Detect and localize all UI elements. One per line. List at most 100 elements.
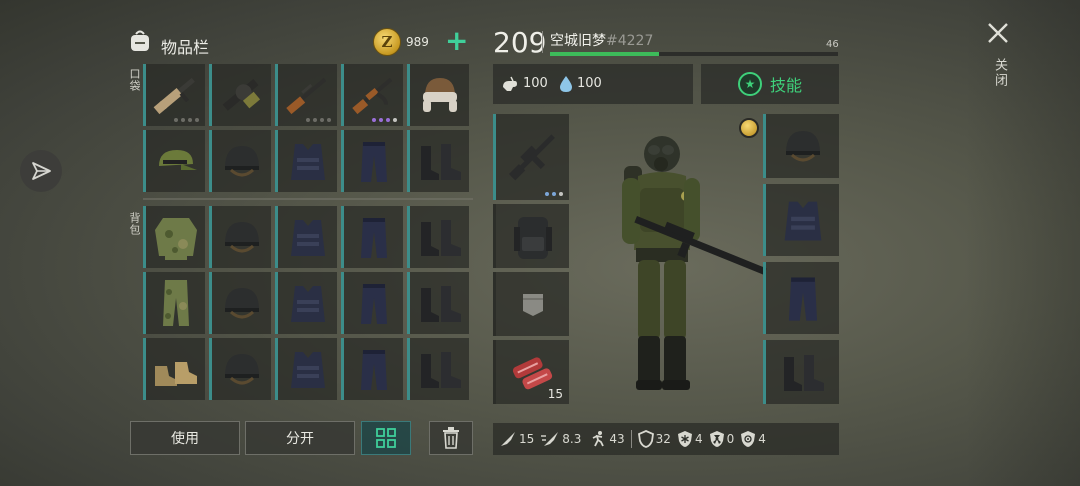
head-slot[interactable] [763, 114, 839, 178]
m16-rifle-icon [508, 134, 555, 181]
hunting-rifle-icon [285, 77, 326, 115]
ak-rifle-icon [351, 77, 392, 115]
skills-button[interactable]: ★ 技能 [701, 64, 839, 104]
player-level: 209 [493, 26, 547, 59]
feet-slot[interactable] [763, 340, 839, 404]
add-coins-button[interactable]: + [445, 26, 468, 56]
quality-dots [174, 118, 199, 122]
body-slot[interactable] [763, 184, 839, 256]
split-button[interactable]: 分开 [245, 421, 355, 455]
attack-speed-value: 8.3 [562, 432, 582, 446]
inventory-slot[interactable] [275, 130, 337, 192]
pocket-slot[interactable] [493, 272, 569, 336]
combat-boots-icon [783, 355, 824, 391]
inventory-slot[interactable] [209, 272, 271, 334]
tactical-helmet-icon [224, 146, 259, 177]
inventory-slot[interactable] [275, 64, 337, 126]
inventory-slot[interactable] [407, 130, 469, 192]
tactical-helmet-icon [224, 222, 259, 253]
radiation-value: 0 [726, 432, 735, 446]
share-button[interactable] [20, 150, 62, 192]
camo-jacket-icon [154, 218, 197, 260]
inventory-slot[interactable] [143, 206, 205, 268]
trash-button[interactable] [429, 421, 473, 455]
weapon-slot[interactable] [493, 114, 569, 200]
use-button[interactable]: 使用 [130, 421, 240, 455]
player-id: #4227 [606, 33, 654, 49]
combat-boots-icon [420, 352, 461, 388]
tactical-vest-icon [290, 286, 325, 322]
inventory-slot[interactable] [341, 272, 403, 334]
thirst-value: 100 [577, 76, 602, 91]
attack-stat: 15 [499, 430, 534, 448]
inventory-slot[interactable] [143, 272, 205, 334]
cold-stat: 4 [677, 430, 703, 448]
inventory-slot[interactable] [341, 206, 403, 268]
tactical-pants-icon [360, 218, 387, 258]
inventory-slot[interactable] [341, 338, 403, 400]
inventory-slot[interactable] [209, 64, 271, 126]
inventory-slot[interactable] [143, 338, 205, 400]
fast-attack-icon [541, 432, 559, 446]
coin-icon: Z [373, 28, 401, 56]
header-separator [542, 31, 543, 53]
radiation-shield-icon [709, 431, 724, 447]
inventory-slot[interactable] [275, 272, 337, 334]
tactical-helmet-icon [224, 354, 259, 385]
tactical-helmet-icon [224, 288, 259, 319]
camo-cap-icon [158, 150, 197, 170]
coin-symbol: Z [381, 33, 393, 51]
send-icon [32, 162, 51, 180]
speed-stat: 43 [587, 430, 625, 448]
consumable-slot[interactable]: 15 [493, 340, 569, 404]
close-icon[interactable] [985, 20, 1011, 46]
inventory-slot[interactable] [341, 130, 403, 192]
trash-icon [443, 427, 459, 449]
tactical-pants-icon [360, 142, 387, 182]
snowflake-shield-icon [677, 431, 692, 447]
xp-value: 46 [826, 39, 839, 50]
tactical-vest-icon [290, 220, 325, 256]
running-icon [592, 431, 605, 447]
inventory-slot[interactable] [275, 338, 337, 400]
biohazard-shield-icon [741, 431, 756, 447]
inventory-slot[interactable] [407, 64, 469, 126]
xp-bar-fill [550, 52, 659, 56]
inventory-slot[interactable] [143, 64, 205, 126]
inventory-slot[interactable] [143, 130, 205, 192]
player-name: 空城旧梦#4227 [550, 30, 653, 50]
combat-boots-icon [420, 144, 461, 180]
tactical-pants-icon [360, 350, 387, 390]
right-edge-shade [965, 0, 1080, 486]
armor-stat: 32 [637, 430, 671, 448]
backpack-icon [131, 30, 149, 51]
cold-value: 4 [694, 432, 703, 446]
legs-slot[interactable] [763, 262, 839, 334]
character-model[interactable] [600, 130, 770, 400]
quality-dots [372, 118, 397, 122]
close-label[interactable]: 关闭 [990, 58, 1009, 88]
grid-view-button[interactable] [361, 421, 411, 455]
inventory-slot[interactable] [407, 272, 469, 334]
inventory-slot[interactable] [209, 130, 271, 192]
inventory-slot[interactable] [341, 64, 403, 126]
stat-separator [630, 430, 632, 448]
inventory-slot[interactable] [407, 206, 469, 268]
backpack-slot[interactable] [493, 204, 569, 268]
section-divider [143, 198, 473, 200]
camo-pants-icon [162, 280, 189, 326]
pocket-icon [522, 294, 543, 316]
backpack-item-icon [513, 217, 552, 259]
combat-boots-icon [420, 220, 461, 256]
star-icon: ★ [737, 72, 762, 96]
badge-icon[interactable] [739, 118, 759, 138]
radiation-stat: 0 [709, 430, 735, 448]
shield-icon [637, 430, 654, 448]
pocket-label: 口袋 [128, 68, 141, 92]
inventory-slot[interactable] [209, 338, 271, 400]
tactical-pants-icon [360, 284, 387, 324]
inventory-slot[interactable] [407, 338, 469, 400]
inventory-slot[interactable] [275, 206, 337, 268]
inventory-slot[interactable] [209, 206, 271, 268]
ushanka-hat-icon [422, 78, 457, 112]
